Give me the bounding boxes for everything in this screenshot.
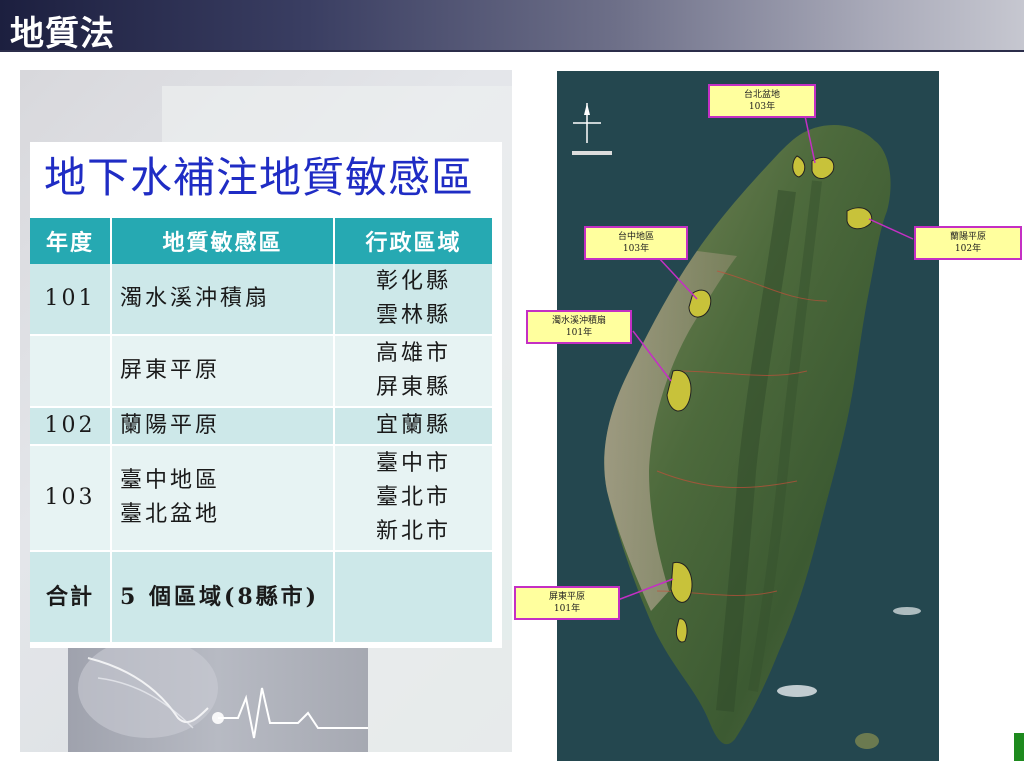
- area-item: 臺北盆地: [120, 502, 221, 527]
- scale-bar-icon: [572, 151, 612, 155]
- card-title: 地下水補注地質敏感區: [44, 153, 475, 202]
- cloud-patch: [777, 685, 817, 697]
- table-header-row: 年度 地質敏感區 行政區域: [30, 218, 494, 264]
- cell-admin: [334, 551, 494, 644]
- admin-item: 高雄市: [375, 341, 451, 366]
- taiwan-satellite-map: [557, 71, 939, 761]
- table-row: 102 蘭陽平原 宜蘭縣: [30, 407, 494, 446]
- table-row: 103 臺中地區 臺北盆地 臺中市 臺北市 新北市: [30, 445, 494, 552]
- admin-item: 宜蘭縣: [375, 413, 451, 438]
- cell-area: 臺中地區 臺北盆地: [111, 445, 335, 552]
- cell-admin: 宜蘭縣: [334, 407, 494, 446]
- map-label-pingtung: 屏東平原 101年: [514, 586, 620, 620]
- cell-admin: 臺中市 臺北市 新北市: [334, 445, 494, 552]
- sensitive-area-table: 年度 地質敏感區 行政區域 101 濁水溪沖積扇 彰化縣 雲林縣 屏東平原 高雄…: [30, 218, 494, 644]
- slide-header-bar: [0, 0, 1024, 50]
- admin-item: 新北市: [375, 519, 451, 544]
- admin-item: 臺中市: [375, 451, 451, 476]
- admin-item: 臺北市: [375, 485, 451, 510]
- cell-admin: 高雄市 屏東縣: [334, 335, 494, 408]
- admin-item: 彰化縣: [375, 269, 451, 294]
- zone-pingtung-south: [676, 618, 688, 643]
- cell-year: 101: [30, 264, 112, 336]
- map-label-taichung: 台中地區 103年: [584, 226, 688, 260]
- sensitive-area-card: 地下水補注地質敏感區 年度 地質敏感區 行政區域 101 濁水溪沖積扇 彰化縣 …: [30, 142, 502, 648]
- table-row: 屏東平原 高雄市 屏東縣: [30, 335, 494, 408]
- map-label-yilan: 蘭陽平原 102年: [914, 226, 1022, 260]
- cell-total-value: 5 個區域(8縣市): [111, 551, 335, 644]
- table-row: 101 濁水溪沖積扇 彰化縣 雲林縣: [30, 264, 494, 336]
- map-label-zhuoshui: 濁水溪沖積扇 101年: [526, 310, 632, 344]
- table-row-total: 合計 5 個區域(8縣市): [30, 551, 494, 644]
- taiwan-map-svg: [557, 71, 939, 761]
- column-header-area: 地質敏感區: [111, 218, 335, 264]
- cell-total-label: 合計: [30, 551, 112, 644]
- cell-area: 蘭陽平原: [111, 407, 335, 446]
- cell-year: 102: [30, 407, 112, 446]
- islet: [855, 733, 879, 749]
- slide-title: 地質法: [10, 14, 115, 54]
- cell-area: 屏東平原: [111, 335, 335, 408]
- cell-year: 103: [30, 445, 112, 552]
- header-divider: [0, 50, 1024, 52]
- admin-item: 雲林縣: [375, 303, 451, 328]
- cell-area: 濁水溪沖積扇: [111, 264, 335, 336]
- column-header-admin: 行政區域: [334, 218, 494, 264]
- corner-marker: [1014, 733, 1024, 761]
- decorative-hand-image: [68, 648, 368, 752]
- cell-year: [30, 335, 112, 408]
- column-header-year: 年度: [30, 218, 112, 264]
- cell-admin: 彰化縣 雲林縣: [334, 264, 494, 336]
- area-item: 臺中地區: [120, 468, 221, 493]
- zone-yilan: [846, 207, 873, 230]
- map-label-taipei: 台北盆地 103年: [708, 84, 816, 118]
- admin-item: 屏東縣: [375, 375, 451, 400]
